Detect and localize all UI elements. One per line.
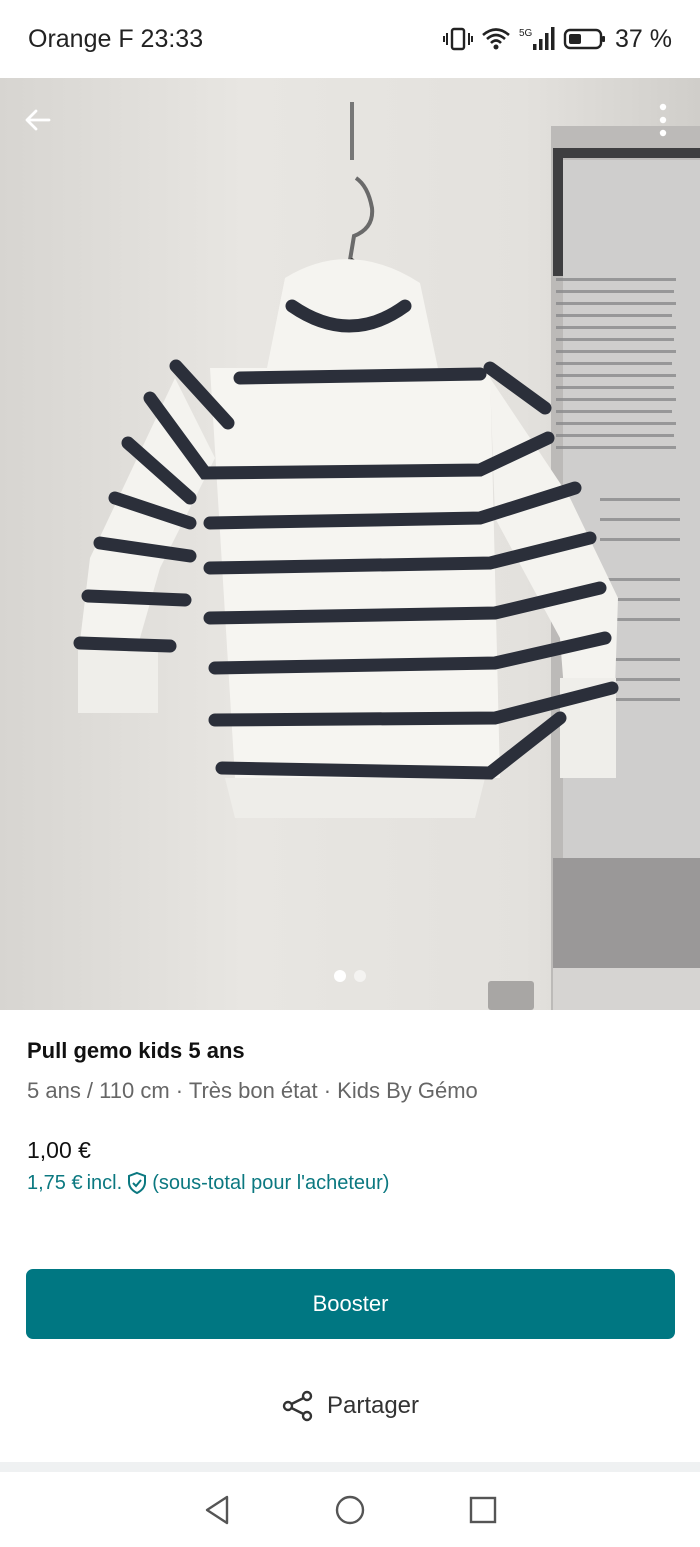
battery-icon (563, 27, 607, 51)
listing-price: 1,00 € (27, 1137, 91, 1163)
wifi-icon (481, 27, 511, 51)
listing-info: Pull gemo kids 5 ans 5 ans / 110 cm · Tr… (27, 1038, 677, 1104)
nav-back-button[interactable] (192, 1485, 242, 1535)
product-photo-carousel[interactable] (0, 78, 700, 1010)
nav-home-button[interactable] (325, 1485, 375, 1535)
price-with-fee: 1,75 € (27, 1171, 83, 1194)
back-button[interactable] (18, 100, 58, 140)
carrier-time: Orange F 23:33 (28, 24, 204, 53)
signal-icon: 5G (519, 26, 555, 52)
more-options-button[interactable] (648, 100, 678, 140)
carousel-dot-1[interactable] (334, 970, 346, 982)
fee-note: (sous-total pour l'acheteur) (152, 1171, 390, 1194)
arrow-left-icon (25, 109, 51, 131)
more-vertical-icon (659, 103, 667, 137)
share-label: Partager (326, 1392, 420, 1419)
product-photo (0, 78, 700, 1010)
status-icons: 5G 37 % (443, 25, 672, 54)
system-navigation-bar (0, 1472, 700, 1547)
shield-check-icon (128, 1171, 147, 1195)
carousel-dot-2[interactable] (354, 970, 366, 982)
carousel-indicator (0, 970, 700, 982)
divider (0, 1462, 700, 1472)
fee-incl-label: incl. (86, 1171, 123, 1194)
share-button[interactable]: Partager (0, 1389, 700, 1423)
battery-level: 37 % (615, 24, 672, 53)
nav-recents-button[interactable] (458, 1485, 508, 1535)
booster-button[interactable]: Booster (26, 1269, 675, 1339)
vibrate-icon (443, 27, 474, 51)
buyer-protection-fee[interactable]: 1,75 € incl. (sous-total pour l'acheteur… (27, 1171, 389, 1195)
circle-home-icon (335, 1495, 365, 1524)
status-bar: Orange F 23:33 5G 37 % (0, 0, 700, 78)
network-label: 5G (519, 28, 533, 39)
triangle-back-icon (205, 1495, 228, 1524)
square-recents-icon (470, 1496, 497, 1523)
listing-details: 5 ans / 110 cm · Très bon état · Kids By… (27, 1078, 478, 1103)
listing-title: Pull gemo kids 5 ans (27, 1038, 245, 1063)
share-icon (282, 1390, 313, 1422)
